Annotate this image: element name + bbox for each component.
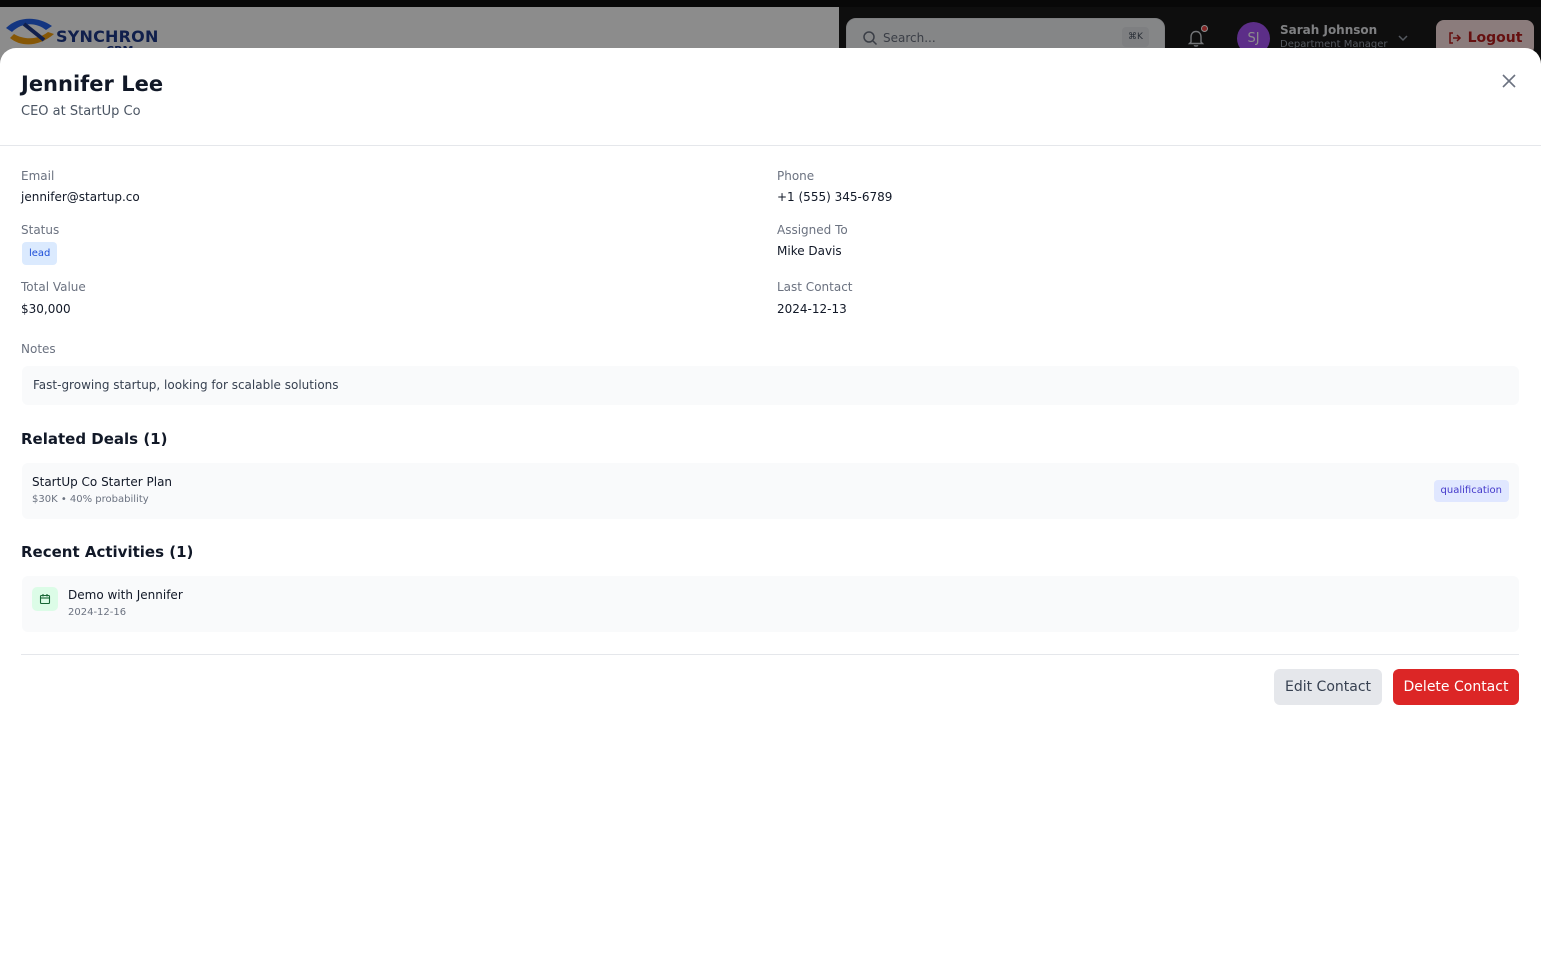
calendar-icon <box>32 587 58 611</box>
email-label: Email <box>21 169 55 183</box>
deal-meta: $30K • 40% probability <box>32 494 149 505</box>
contact-detail-modal: Jennifer Lee CEO at StartUp Co Email jen… <box>0 48 1541 961</box>
edit-contact-button[interactable]: Edit Contact <box>1274 669 1382 705</box>
last-contact-value: 2024-12-13 <box>777 302 847 316</box>
delete-contact-button[interactable]: Delete Contact <box>1393 669 1519 705</box>
phone-label: Phone <box>777 169 815 183</box>
notes-text: Fast-growing startup, looking for scalab… <box>22 366 1519 405</box>
footer-divider <box>21 654 1519 655</box>
status-badge: lead <box>22 242 58 265</box>
deal-name: StartUp Co Starter Plan <box>32 475 173 489</box>
activity-title: Demo with Jennifer <box>68 588 183 602</box>
total-value: $30,000 <box>21 302 71 316</box>
activity-card[interactable]: Demo with Jennifer 2024-12-16 <box>22 576 1519 632</box>
email-value[interactable]: jennifer@startup.co <box>21 190 140 204</box>
status-label: Status <box>21 223 60 237</box>
related-deals-title: Related Deals (1) <box>21 430 168 448</box>
last-contact-label: Last Contact <box>777 280 853 294</box>
phone-value[interactable]: +1 (555) 345-6789 <box>777 190 892 204</box>
contact-name: Jennifer Lee <box>21 72 164 96</box>
close-icon[interactable] <box>1498 70 1520 92</box>
recent-activities-title: Recent Activities (1) <box>21 543 194 561</box>
contact-title: CEO at StartUp Co <box>21 104 141 119</box>
activity-date: 2024-12-16 <box>68 607 127 618</box>
deal-stage-badge: qualification <box>1433 480 1509 502</box>
notes-label: Notes <box>21 342 56 356</box>
assigned-to-value: Mike Davis <box>777 244 842 258</box>
assigned-to-label: Assigned To <box>777 223 848 237</box>
total-value-label: Total Value <box>21 280 86 294</box>
modal-header: Jennifer Lee CEO at StartUp Co <box>0 48 1541 146</box>
deal-card[interactable]: StartUp Co Starter Plan $30K • 40% proba… <box>22 463 1519 519</box>
